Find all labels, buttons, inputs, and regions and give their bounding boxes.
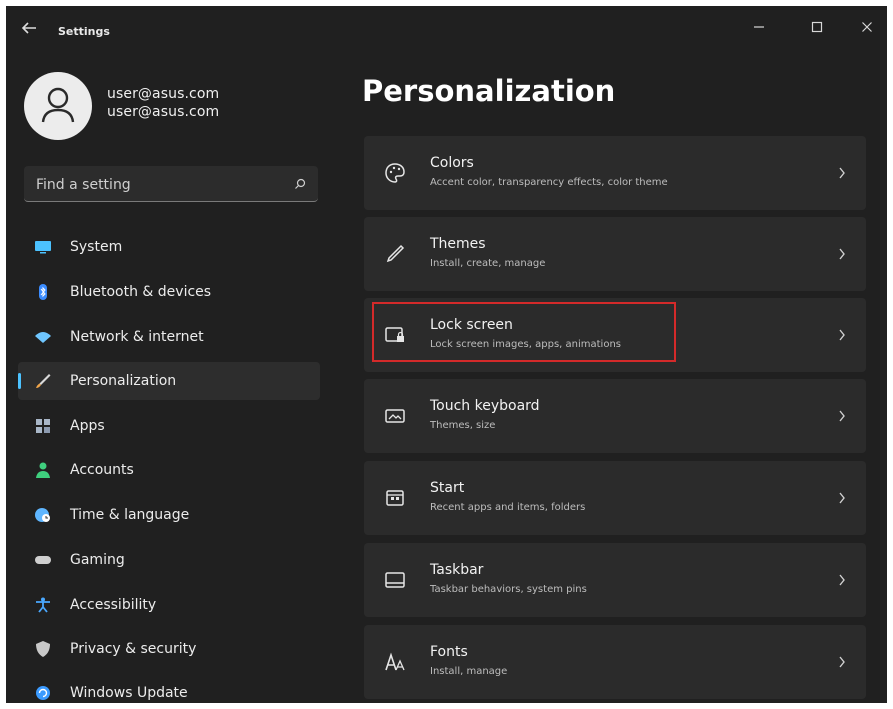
sidebar-item-label: Bluetooth & devices: [70, 284, 212, 300]
card-title: Taskbar: [430, 562, 484, 578]
themes-card[interactable]: Themes Install, create, manage: [364, 217, 866, 291]
sidebar-item-accessibility[interactable]: Accessibility: [18, 586, 320, 624]
accessibility-icon: [36, 597, 50, 613]
chevron-right-icon: [839, 248, 845, 260]
maximize-icon: [811, 21, 823, 33]
sidebar-item-label: Personalization: [70, 373, 177, 389]
sidebar-item-bluetooth[interactable]: Bluetooth & devices: [18, 273, 320, 311]
globe-clock-icon: [35, 508, 50, 522]
maximize-button[interactable]: [802, 14, 832, 40]
chevron-right-icon: [839, 329, 845, 341]
touch-keyboard-card[interactable]: Touch keyboard Themes, size: [364, 379, 866, 453]
back-arrow-icon[interactable]: [20, 20, 38, 36]
sidebar-item-label: System: [70, 239, 123, 255]
sidebar-item-time-language[interactable]: Time & language: [18, 496, 320, 534]
search-input[interactable]: Find a setting: [36, 177, 131, 193]
chevron-right-icon: [839, 492, 845, 504]
card-subtitle: Install, manage: [430, 666, 508, 677]
taskbar-icon: [385, 572, 405, 588]
settings-window: Settings user@asus.com user@asus.com Fin…: [6, 6, 887, 703]
sidebar-item-system[interactable]: System: [18, 228, 320, 266]
chevron-right-icon: [839, 574, 845, 586]
card-title: Colors: [430, 155, 474, 171]
chevron-right-icon: [839, 167, 845, 179]
card-title: Touch keyboard: [430, 398, 540, 414]
account-name: user@asus.com: [107, 86, 220, 102]
account-email: user@asus.com: [107, 104, 220, 120]
pen-icon: [386, 244, 405, 263]
close-button[interactable]: [852, 14, 882, 40]
chevron-right-icon: [839, 656, 845, 668]
card-subtitle: Install, create, manage: [430, 258, 546, 269]
taskbar-card[interactable]: Taskbar Taskbar behaviors, system pins: [364, 543, 866, 617]
monitor-icon: [35, 241, 51, 254]
start-menu-icon: [386, 490, 404, 506]
card-title: Start: [430, 480, 465, 496]
chevron-right-icon: [839, 410, 845, 422]
active-indicator: [18, 373, 21, 389]
close-icon: [862, 22, 872, 32]
sidebar-item-label: Time & language: [70, 507, 190, 523]
gamepad-icon: [35, 556, 51, 564]
update-icon: [36, 686, 50, 700]
sidebar-item-label: Apps: [70, 418, 105, 434]
bluetooth-icon: [39, 284, 47, 300]
palette-icon: [385, 163, 405, 183]
fonts-icon: [385, 652, 405, 671]
sidebar-item-label: Gaming: [70, 552, 125, 568]
avatar[interactable]: [24, 72, 92, 140]
minimize-button[interactable]: [744, 14, 774, 40]
sidebar-item-accounts[interactable]: Accounts: [18, 451, 320, 489]
person-icon: [36, 462, 50, 478]
wifi-icon: [35, 332, 51, 343]
search-icon[interactable]: [294, 178, 306, 190]
sidebar-item-personalization[interactable]: Personalization: [18, 362, 320, 400]
sidebar-item-apps[interactable]: Apps: [18, 407, 320, 445]
search-box[interactable]: Find a setting: [24, 166, 318, 202]
title-bar: Settings: [6, 6, 887, 50]
card-subtitle: Themes, size: [430, 420, 496, 431]
fonts-card[interactable]: Fonts Install, manage: [364, 625, 866, 699]
minimize-icon: [754, 26, 764, 28]
brush-icon: [36, 374, 51, 388]
sidebar-item-privacy-security[interactable]: Privacy & security: [18, 630, 320, 668]
sidebar-item-label: Windows Update: [70, 685, 188, 701]
person-icon: [41, 87, 75, 123]
shield-icon: [36, 641, 50, 657]
sidebar-item-windows-update[interactable]: Windows Update: [18, 674, 320, 703]
sidebar-item-label: Privacy & security: [70, 641, 197, 657]
keyboard-icon: [385, 409, 405, 423]
card-subtitle: Taskbar behaviors, system pins: [430, 584, 587, 595]
sidebar-item-label: Network & internet: [70, 329, 204, 345]
lock-screen-highlight-box: [372, 302, 676, 362]
card-subtitle: Accent color, transparency effects, colo…: [430, 177, 668, 188]
sidebar-item-label: Accounts: [70, 462, 134, 478]
window-title: Settings: [58, 25, 110, 38]
sidebar-item-gaming[interactable]: Gaming: [18, 541, 320, 579]
card-subtitle: Recent apps and items, folders: [430, 502, 586, 513]
page-title: Personalization: [362, 74, 616, 108]
sidebar-item-network[interactable]: Network & internet: [18, 318, 320, 356]
card-title: Fonts: [430, 644, 468, 660]
colors-card[interactable]: Colors Accent color, transparency effect…: [364, 136, 866, 210]
card-title: Themes: [430, 236, 486, 252]
sidebar-item-label: Accessibility: [70, 597, 157, 613]
start-card[interactable]: Start Recent apps and items, folders: [364, 461, 866, 535]
apps-icon: [36, 419, 50, 433]
